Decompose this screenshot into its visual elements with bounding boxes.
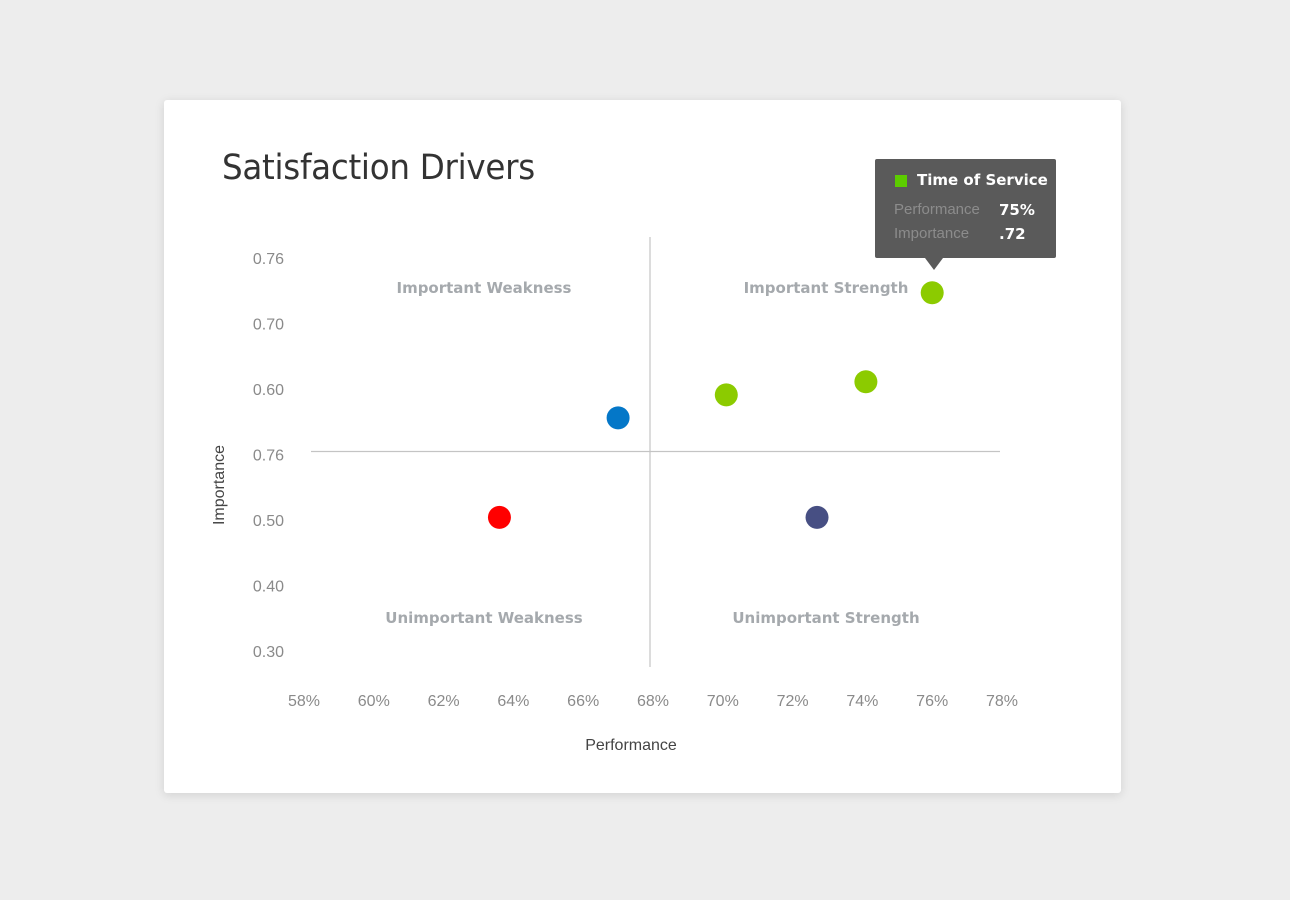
tooltip-importance-label: Importance: [894, 225, 970, 242]
y-axis-label: Importance: [211, 445, 228, 525]
y-axis-ticks: 0.76 0.70 0.60 0.76 0.50 0.40 0.30: [253, 251, 284, 661]
tooltip-performance-value: 75%: [999, 201, 1035, 219]
x-tick-label: 70%: [707, 693, 739, 710]
y-tick-label: 0.60: [253, 382, 284, 399]
scatter-plot: 0.76 0.70 0.60 0.76 0.50 0.40 0.30 58% 60% 62% 64…: [211, 237, 1018, 754]
x-tick-label: 62%: [428, 693, 460, 710]
x-tick-label: 58%: [288, 693, 320, 710]
quadrant-label-unimportant-weakness: Unimportant Weakness: [385, 609, 582, 627]
x-axis-label: Performance: [585, 737, 677, 754]
tooltip-performance-label: Performance: [894, 201, 980, 218]
x-tick-label: 68%: [637, 693, 669, 710]
x-tick-label: 66%: [567, 693, 599, 710]
y-tick-label: 0.40: [253, 579, 284, 596]
tooltip-series-name: Time of Service: [917, 171, 1048, 189]
tooltip-importance-value: .72: [999, 225, 1026, 243]
point-tooltip: Time of Service Performance 75% Importan…: [875, 159, 1056, 270]
data-point: [854, 370, 878, 394]
data-points: [487, 281, 944, 529]
x-tick-label: 76%: [916, 693, 948, 710]
quadrant-crosshair: [311, 237, 1000, 667]
quadrant-label-unimportant-strength: Unimportant Strength: [732, 609, 919, 627]
tooltip-row-importance: Importance .72: [894, 225, 1026, 243]
data-point-highlighted: [920, 281, 944, 305]
quadrant-label-important-weakness: Important Weakness: [396, 279, 571, 297]
data-point: [714, 383, 738, 407]
x-tick-label: 60%: [358, 693, 390, 710]
quadrant-label-important-strength: Important Strength: [744, 279, 909, 297]
y-tick-label: 0.70: [253, 317, 284, 334]
y-tick-label: 0.76: [253, 448, 284, 465]
x-tick-label: 74%: [846, 693, 878, 710]
data-point: [487, 505, 511, 529]
y-tick-label: 0.30: [253, 644, 284, 661]
x-tick-label: 72%: [777, 693, 809, 710]
data-point: [606, 406, 630, 430]
data-point: [805, 505, 829, 529]
x-tick-label: 78%: [986, 693, 1018, 710]
tooltip-row-performance: Performance 75%: [894, 201, 1035, 219]
y-tick-label: 0.76: [253, 251, 284, 268]
tooltip-series-swatch: [895, 175, 907, 187]
y-tick-label: 0.50: [253, 513, 284, 530]
x-tick-label: 64%: [497, 693, 529, 710]
x-axis-ticks: 58% 60% 62% 64% 66% 68% 70% 72% 74% 76% 78%: [288, 693, 1018, 710]
